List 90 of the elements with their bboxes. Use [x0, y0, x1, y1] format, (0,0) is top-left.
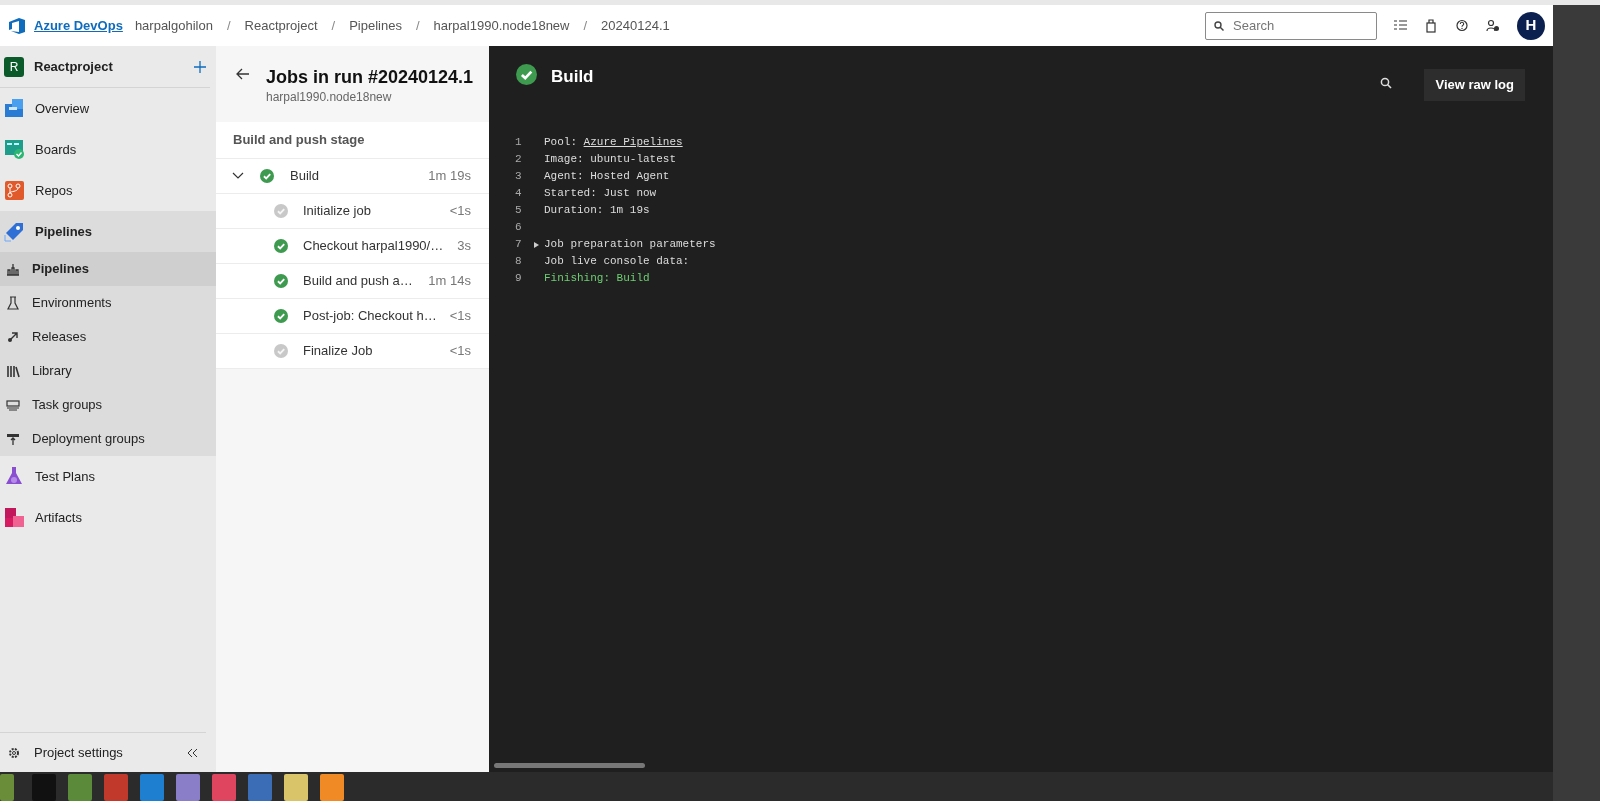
- log-text: Duration: 1m 19s: [544, 203, 650, 219]
- line-number: 5: [515, 203, 523, 219]
- step-duration: <1s: [449, 202, 471, 221]
- step-duration: 1m 14s: [428, 272, 471, 291]
- boards-icon: [4, 139, 25, 160]
- search-field[interactable]: Search: [1205, 11, 1377, 40]
- log-text: Image: ubuntu-latest: [544, 152, 677, 168]
- step-row[interactable]: Checkout harpal1990/… 3s: [216, 229, 489, 264]
- step-name: Post-job: Checkout h…: [303, 307, 437, 326]
- step-duration: <1s: [449, 342, 471, 361]
- job-row[interactable]: Build 1m 19s: [216, 159, 489, 194]
- breadcrumb-link[interactable]: harpal1990.node18new: [433, 15, 570, 36]
- caret-right-icon[interactable]: [533, 241, 539, 248]
- project-name[interactable]: Reactproject: [34, 56, 184, 77]
- line-number: 6: [515, 220, 523, 236]
- step-duration: 3s: [457, 237, 471, 256]
- sidebar-item[interactable]: Repos: [0, 170, 216, 211]
- step-name: Finalize Job: [303, 342, 373, 361]
- step-row[interactable]: Initialize job <1s: [216, 194, 489, 229]
- line-number: 9: [515, 271, 523, 287]
- project-settings-label: Project settings: [34, 743, 124, 762]
- search-icon: [1214, 20, 1224, 31]
- breadcrumb-separator: /: [226, 16, 231, 35]
- sidebar-item[interactable]: Pipelines: [0, 211, 216, 252]
- step-name: Checkout harpal1990/…: [303, 237, 444, 256]
- breadcrumb-link[interactable]: Pipelines: [349, 15, 402, 36]
- plus-icon[interactable]: [194, 60, 206, 73]
- breadcrumb-separator: /: [415, 16, 420, 35]
- breadcrumb-separator: /: [583, 16, 588, 35]
- search-icon[interactable]: [1380, 77, 1393, 89]
- user-avatar[interactable]: H: [1517, 11, 1545, 40]
- log-text: Pool: Azure Pipelines: [544, 135, 683, 151]
- flask-icon: [6, 296, 20, 310]
- sidebar-subitem[interactable]: Library: [0, 354, 216, 388]
- step-name: Build and push a…: [303, 272, 413, 291]
- sidebar-subitem[interactable]: Deployment groups: [0, 422, 216, 456]
- log-text: Job live console data:: [544, 254, 690, 270]
- view-raw-log-button[interactable]: View raw log: [1424, 69, 1525, 101]
- line-number: 4: [515, 186, 523, 202]
- sidebar-subitem[interactable]: Environments: [0, 286, 216, 320]
- brand-link[interactable]: Azure DevOps: [34, 15, 123, 36]
- step-duration: <1s: [449, 307, 471, 326]
- line-number: 8: [515, 254, 523, 270]
- boxes-icon: [4, 507, 25, 528]
- page-title: Jobs in run #20240124.1: [266, 68, 474, 88]
- log-title: Build: [551, 66, 595, 88]
- books-icon: [6, 364, 20, 378]
- repos-icon: [4, 180, 25, 201]
- job-name: Build: [290, 167, 319, 186]
- deployment-group-icon: [6, 432, 20, 446]
- checklist-icon[interactable]: [1393, 18, 1408, 33]
- step-row[interactable]: Build and push a… 1m 14s: [216, 264, 489, 299]
- flask-icon: [4, 466, 25, 487]
- sidebar-subitem[interactable]: Releases: [0, 320, 216, 354]
- sidebar-subitem[interactable]: Task groups: [0, 388, 216, 422]
- pipeline-name: harpal1990.node18new: [266, 88, 393, 106]
- step-row[interactable]: Finalize Job <1s: [216, 334, 489, 369]
- shopping-bag-icon[interactable]: [1424, 18, 1439, 33]
- line-number: 7: [515, 237, 523, 253]
- breadcrumb-separator: /: [331, 16, 336, 35]
- job-duration: 1m 19s: [428, 167, 471, 186]
- sidebar-item[interactable]: Overview: [0, 88, 216, 129]
- breadcrumb-link[interactable]: harpalgohilon: [134, 15, 213, 36]
- line-number: 3: [515, 169, 523, 185]
- overview-icon: [4, 98, 25, 119]
- user-settings-icon[interactable]: [1486, 18, 1501, 33]
- sidebar-item[interactable]: Artifacts: [0, 497, 216, 538]
- settings-icon: [8, 746, 20, 759]
- azure-devops-logo-icon[interactable]: [8, 16, 26, 35]
- sidebar-item[interactable]: Test Plans: [0, 456, 216, 497]
- log-text: Agent: Hosted Agent: [544, 169, 670, 185]
- project-avatar: R: [4, 56, 24, 77]
- log-link[interactable]: Azure Pipelines: [583, 136, 683, 149]
- sidebar-item[interactable]: Boards: [0, 129, 216, 170]
- sidebar-subitem[interactable]: Pipelines: [0, 252, 216, 286]
- breadcrumb-link[interactable]: 20240124.1: [601, 15, 670, 36]
- line-number: 1: [515, 135, 523, 151]
- breadcrumb-link[interactable]: Reactproject: [244, 15, 318, 36]
- line-number: 2: [515, 152, 523, 168]
- log-text: Started: Just now: [544, 186, 657, 202]
- scrollbar-thumb[interactable]: [494, 763, 645, 768]
- step-name: Initialize job: [303, 202, 371, 221]
- log-text: Finishing: Build: [544, 271, 650, 287]
- help-icon[interactable]: [1455, 18, 1470, 33]
- step-row[interactable]: Post-job: Checkout h… <1s: [216, 299, 489, 334]
- chevron-down-icon[interactable]: [232, 172, 244, 180]
- collapse-icon[interactable]: [186, 747, 198, 758]
- log-text[interactable]: Job preparation parameters: [544, 236, 716, 253]
- task-group-icon: [6, 398, 20, 412]
- back-arrow-icon[interactable]: [236, 68, 250, 80]
